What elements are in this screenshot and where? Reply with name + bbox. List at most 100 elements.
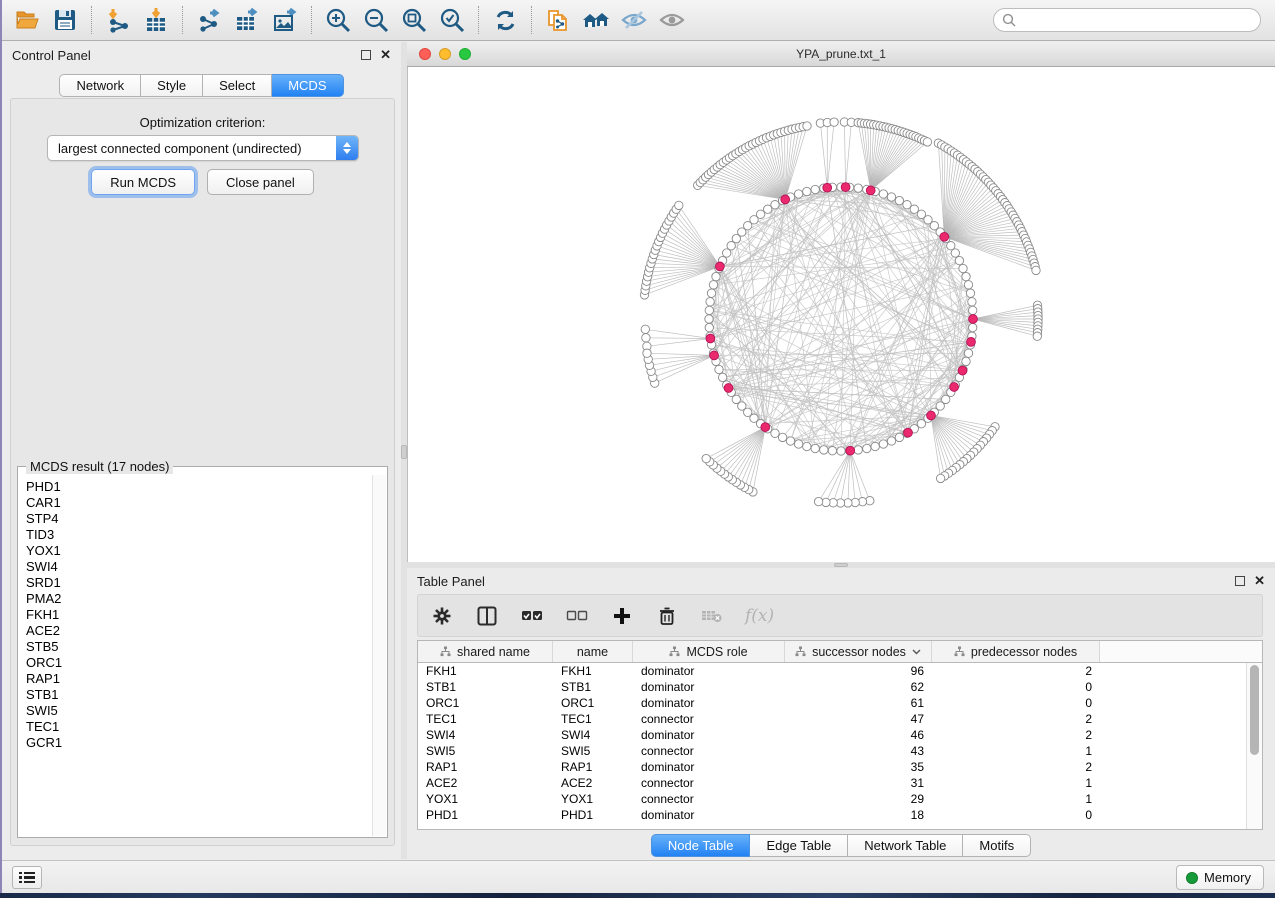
column-header-name[interactable]: name: [553, 641, 633, 662]
table-cell-shared_name[interactable]: SWI4: [418, 727, 553, 743]
table-cell-name[interactable]: RAP1: [553, 759, 633, 775]
table-cell-mcds_role[interactable]: dominator: [633, 807, 785, 823]
mcds-result-scrollbar[interactable]: [372, 475, 386, 836]
mcds-result-item[interactable]: YOX1: [26, 543, 372, 559]
table-row[interactable]: SWI4SWI4dominator462: [418, 727, 1246, 743]
table-row[interactable]: SWI5SWI5connector431: [418, 743, 1246, 759]
table-cell-successor[interactable]: 35: [785, 759, 932, 775]
close-panel-button[interactable]: Close panel: [207, 169, 314, 195]
table-scrollbar-thumb[interactable]: [1250, 665, 1259, 755]
zoom-in-icon[interactable]: [321, 4, 355, 36]
show-columns-icon[interactable]: [475, 604, 499, 628]
float-panel-icon[interactable]: [361, 50, 371, 60]
mcds-result-item[interactable]: CAR1: [26, 495, 372, 511]
table-cell-predecessor[interactable]: 2: [932, 663, 1100, 679]
table-scrollbar[interactable]: [1246, 663, 1262, 829]
table-cell-successor[interactable]: 61: [785, 695, 932, 711]
table-cell-predecessor[interactable]: 2: [932, 759, 1100, 775]
tab-edge-table[interactable]: Edge Table: [750, 834, 848, 857]
table-cell-name[interactable]: STB1: [553, 679, 633, 695]
export-network-icon[interactable]: [192, 4, 226, 36]
mcds-result-item[interactable]: SWI5: [26, 703, 372, 719]
splitter-grip[interactable]: [834, 563, 848, 567]
tab-node-table[interactable]: Node Table: [651, 834, 751, 857]
export-image-icon[interactable]: [268, 4, 302, 36]
table-row[interactable]: YOX1YOX1connector291: [418, 791, 1246, 807]
mcds-result-item[interactable]: STB5: [26, 639, 372, 655]
tab-select[interactable]: Select: [203, 74, 272, 97]
mcds-result-item[interactable]: RAP1: [26, 671, 372, 687]
table-cell-mcds_role[interactable]: connector: [633, 791, 785, 807]
table-cell-name[interactable]: YOX1: [553, 791, 633, 807]
mcds-result-item[interactable]: ORC1: [26, 655, 372, 671]
save-session-icon[interactable]: [48, 4, 82, 36]
tab-mcds[interactable]: MCDS: [272, 74, 343, 97]
show-all-icon[interactable]: [655, 4, 689, 36]
mcds-result-list[interactable]: PHD1CAR1STP4TID3YOX1SWI4SRD1PMA2FKH1ACE2…: [19, 475, 372, 836]
add-row-icon[interactable]: [610, 604, 634, 628]
mcds-result-item[interactable]: SRD1: [26, 575, 372, 591]
column-header-successor-nodes[interactable]: successor nodes: [785, 641, 932, 662]
tab-network-table[interactable]: Network Table: [848, 834, 963, 857]
table-cell-name[interactable]: FKH1: [553, 663, 633, 679]
memory-button[interactable]: Memory: [1176, 865, 1264, 890]
mcds-result-item[interactable]: GCR1: [26, 735, 372, 751]
show-attribute-browser-button[interactable]: [12, 866, 42, 889]
table-row[interactable]: PHD1PHD1dominator180: [418, 807, 1246, 823]
table-cell-mcds_role[interactable]: dominator: [633, 695, 785, 711]
first-neighbors-icon[interactable]: [579, 4, 613, 36]
table-cell-successor[interactable]: 96: [785, 663, 932, 679]
table-settings-icon[interactable]: [430, 604, 454, 628]
mcds-result-item[interactable]: ACE2: [26, 623, 372, 639]
table-row[interactable]: ACE2ACE2connector311: [418, 775, 1246, 791]
column-header-predecessor-nodes[interactable]: predecessor nodes: [932, 641, 1100, 662]
run-mcds-button[interactable]: Run MCDS: [91, 169, 195, 195]
clear-column-icon[interactable]: [700, 604, 724, 628]
table-row[interactable]: ORC1ORC1dominator610: [418, 695, 1246, 711]
mcds-result-item[interactable]: SWI4: [26, 559, 372, 575]
table-cell-name[interactable]: SWI5: [553, 743, 633, 759]
table-cell-predecessor[interactable]: 2: [932, 711, 1100, 727]
export-table-icon[interactable]: [230, 4, 264, 36]
table-cell-name[interactable]: ACE2: [553, 775, 633, 791]
table-cell-name[interactable]: PHD1: [553, 807, 633, 823]
mcds-result-item[interactable]: STB1: [26, 687, 372, 703]
table-cell-predecessor[interactable]: 1: [932, 775, 1100, 791]
column-header-shared-name[interactable]: shared name: [418, 641, 553, 662]
zoom-selected-icon[interactable]: [435, 4, 469, 36]
table-cell-shared_name[interactable]: FKH1: [418, 663, 553, 679]
refresh-icon[interactable]: [488, 4, 522, 36]
search-input[interactable]: [1021, 13, 1252, 27]
table-cell-mcds_role[interactable]: dominator: [633, 759, 785, 775]
optimization-criterion-select[interactable]: largest connected component (undirected): [47, 135, 359, 161]
table-cell-predecessor[interactable]: 0: [932, 679, 1100, 695]
tab-motifs[interactable]: Motifs: [963, 834, 1031, 857]
open-file-icon[interactable]: [10, 4, 44, 36]
table-cell-successor[interactable]: 29: [785, 791, 932, 807]
table-cell-predecessor[interactable]: 1: [932, 743, 1100, 759]
table-cell-successor[interactable]: 46: [785, 727, 932, 743]
mcds-result-item[interactable]: PMA2: [26, 591, 372, 607]
node-table-body[interactable]: FKH1FKH1dominator962STB1STB1dominator620…: [418, 663, 1246, 829]
table-cell-predecessor[interactable]: 0: [932, 807, 1100, 823]
table-cell-predecessor[interactable]: 0: [932, 695, 1100, 711]
zoom-fit-icon[interactable]: [397, 4, 431, 36]
table-cell-name[interactable]: ORC1: [553, 695, 633, 711]
search-field[interactable]: [993, 8, 1261, 32]
function-builder-icon[interactable]: f(x): [745, 606, 774, 626]
network-canvas[interactable]: [407, 67, 1275, 562]
table-row[interactable]: STB1STB1dominator620: [418, 679, 1246, 695]
table-row[interactable]: TEC1TEC1connector472: [418, 711, 1246, 727]
table-cell-shared_name[interactable]: RAP1: [418, 759, 553, 775]
table-cell-predecessor[interactable]: 2: [932, 727, 1100, 743]
mcds-result-item[interactable]: TEC1: [26, 719, 372, 735]
zoom-out-icon[interactable]: [359, 4, 393, 36]
column-header-mcds-role[interactable]: MCDS role: [633, 641, 785, 662]
table-cell-mcds_role[interactable]: connector: [633, 711, 785, 727]
table-cell-shared_name[interactable]: ACE2: [418, 775, 553, 791]
table-cell-name[interactable]: SWI4: [553, 727, 633, 743]
table-cell-successor[interactable]: 43: [785, 743, 932, 759]
table-cell-successor[interactable]: 47: [785, 711, 932, 727]
table-cell-mcds_role[interactable]: connector: [633, 775, 785, 791]
import-table-icon[interactable]: [139, 4, 173, 36]
